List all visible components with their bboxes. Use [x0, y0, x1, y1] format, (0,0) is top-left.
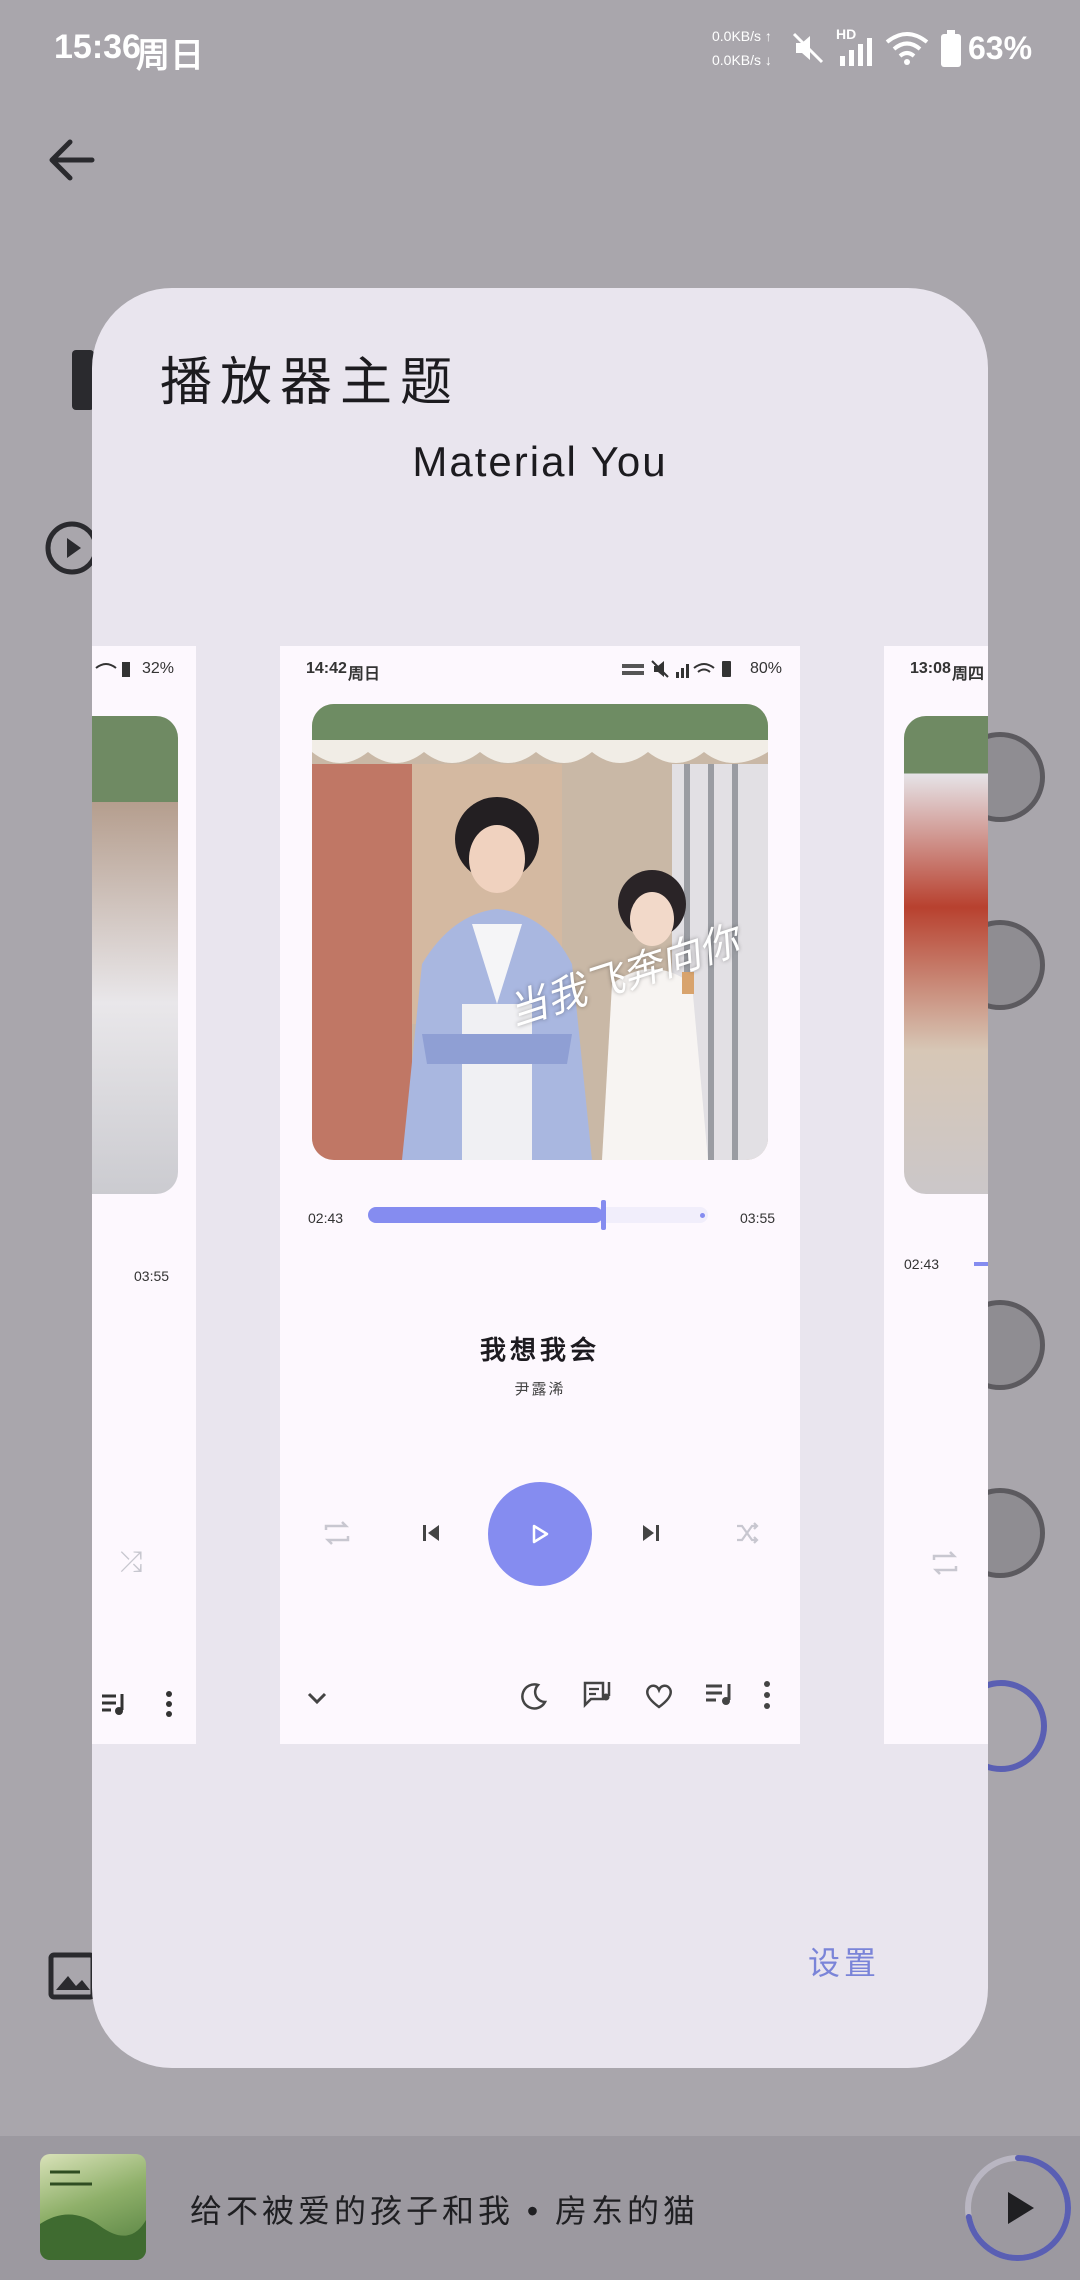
- total-time: 03:55: [740, 1210, 776, 1226]
- elapsed-time: 02:43: [308, 1210, 344, 1226]
- album-cover: [92, 716, 178, 1194]
- sleep-timer-icon[interactable]: [520, 1682, 548, 1710]
- progress-slider[interactable]: [368, 1200, 708, 1230]
- theme-preview-left[interactable]: 32% 03:55 ⤮: [92, 646, 196, 1744]
- preview-status-day: 周日: [348, 666, 381, 683]
- playlist-icon[interactable]: [704, 1682, 734, 1708]
- album-cover: 当我飞奔向你: [312, 704, 768, 1160]
- repeat-icon: [932, 1551, 958, 1575]
- battery-icon: [941, 30, 961, 67]
- dialog-title: 播放器主题: [160, 354, 461, 412]
- wifi-battery-icon: [95, 662, 130, 677]
- song-title: 我想我会: [479, 1335, 600, 1365]
- battery-percent: 63%: [968, 30, 1033, 66]
- playlist-icon: [102, 1694, 124, 1715]
- shuffle-icon[interactable]: [734, 1520, 760, 1546]
- mini-cover-art: [40, 2170, 146, 2260]
- skip-previous-icon[interactable]: [420, 1522, 442, 1544]
- theme-preview-center[interactable]: 14:42 周日 80% 当我飞奔向你 02:43 03:55 我想我会 尹露浠: [280, 646, 800, 1744]
- back-arrow-icon[interactable]: [44, 132, 100, 188]
- preview-battery-percent: 32%: [142, 660, 175, 677]
- progress-thumb[interactable]: [600, 1200, 606, 1230]
- mini-player-cover: [40, 2154, 146, 2260]
- image-icon: [48, 1952, 96, 2000]
- net-speed-up: 0.0KB/s ↑: [712, 28, 772, 44]
- mute-icon: [792, 32, 824, 64]
- play-icon: [532, 1524, 549, 1544]
- preview-status-day: 周四: [952, 666, 985, 683]
- background-title-fragment: [72, 350, 94, 410]
- preview-battery-percent: 80%: [750, 660, 783, 677]
- status-time: 15:36: [54, 28, 141, 66]
- status-day: 周日: [136, 37, 204, 75]
- shuffle-icon: ⤮: [120, 1546, 143, 1577]
- preview-status-time: 14:42: [306, 660, 347, 677]
- chevron-down-icon[interactable]: [306, 1690, 328, 1706]
- settings-button[interactable]: 设置: [808, 1938, 880, 1984]
- more-icon[interactable]: [762, 1680, 772, 1710]
- status-bar: 15:36 周日 0.0KB/s ↑ 0.0KB/s ↓ HD 63%: [0, 0, 1080, 100]
- preview-status-time: 13:08: [910, 660, 951, 677]
- artist-name: 尹露浠: [514, 1381, 566, 1398]
- progress-fill: [368, 1207, 603, 1223]
- progress-fill: [974, 1262, 988, 1266]
- album-cover: [904, 716, 988, 1194]
- play-icon: [1008, 2192, 1034, 2224]
- play-button[interactable]: [488, 1482, 592, 1586]
- mini-player-play-button[interactable]: [962, 2152, 1074, 2264]
- theme-dialog: 播放器主题 Material You 32% 03:55 ⤮ 14:42 周日 …: [92, 288, 988, 2068]
- signal-icon: [840, 38, 872, 66]
- progress-end-dot: [700, 1213, 705, 1218]
- skip-next-icon[interactable]: [640, 1522, 662, 1544]
- theme-name: Material You: [412, 438, 668, 485]
- net-speed-down: 0.0KB/s ↓: [712, 52, 772, 68]
- theme-preview-right[interactable]: 13:08 周四 02:43: [884, 646, 988, 1744]
- preview-elapsed-time: 02:43: [904, 1256, 940, 1272]
- preview-total-time: 03:55: [134, 1268, 170, 1284]
- more-icon: [166, 1691, 172, 1717]
- mini-player[interactable]: 给不被爱的孩子和我 • 房东的猫: [0, 2136, 1080, 2280]
- mini-player-title: 给不被爱的孩子和我 • 房东的猫: [190, 2193, 699, 2229]
- wifi-icon: [885, 32, 929, 65]
- heart-icon[interactable]: [644, 1682, 674, 1710]
- lyrics-icon[interactable]: [582, 1680, 614, 1710]
- preview-status-icons: [622, 660, 731, 678]
- repeat-icon[interactable]: [322, 1520, 352, 1546]
